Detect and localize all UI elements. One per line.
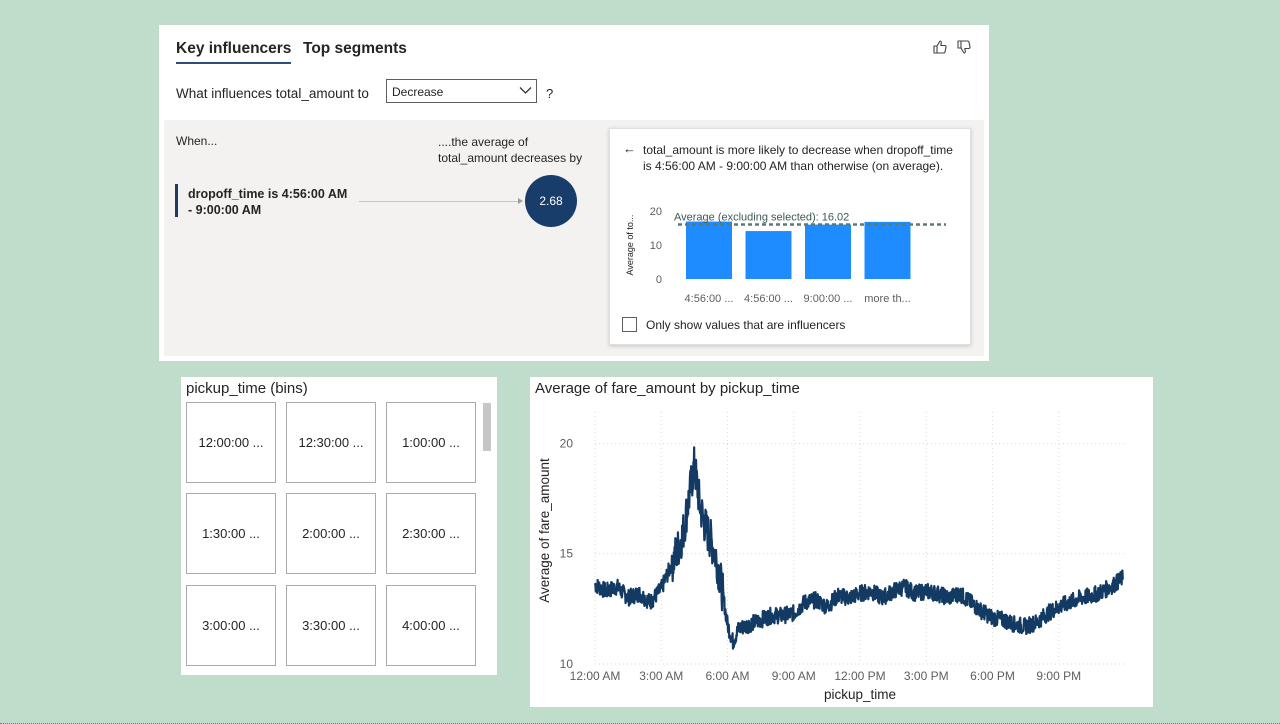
slicer-tile[interactable]: 2:30:00 ...	[386, 493, 476, 574]
slicer-scrollbar-thumb[interactable]	[483, 403, 491, 451]
y-axis-label: Average of fare_amount	[537, 458, 552, 603]
x-tick-label: 3:00 PM	[904, 669, 949, 683]
detail-bar-chart: 0 10 20 Average of to... 4:56:00 ... 4:56:00 …	[625, 206, 946, 305]
thumbs-up-icon[interactable]	[932, 39, 948, 55]
influencer-marker	[175, 184, 178, 217]
slicer-tile[interactable]: 4:00:00 ...	[386, 585, 476, 666]
x-tick-label: 3:00 AM	[639, 669, 683, 683]
influencers-only-toggle[interactable]: Only show values that are influencers	[622, 317, 845, 332]
thumbs-down-icon[interactable]	[956, 39, 972, 55]
slicer-tile[interactable]: 12:30:00 ...	[286, 402, 376, 483]
y-tick-label: 20	[650, 206, 662, 218]
x-tick-label: 4:56:00 ...	[744, 293, 793, 305]
x-tick-label: 4:56:00 ...	[685, 293, 734, 305]
influencer-label[interactable]: dropoff_time is 4:56:00 AM - 9:00:00 AM	[188, 186, 348, 218]
x-tick-label: more th...	[864, 293, 910, 305]
tab-top-segments[interactable]: Top segments	[303, 40, 407, 58]
x-tick-label: 12:00 PM	[834, 669, 885, 683]
reference-line-label: Average (excluding selected): 16.02	[674, 212, 849, 224]
y-axis-label: Average of to...	[625, 215, 635, 276]
x-tick-label: 6:00 PM	[970, 669, 1015, 683]
x-tick-label: 12:00 AM	[570, 669, 621, 683]
influencers-panel: When... ....the average of total_amount …	[164, 120, 984, 356]
bar	[745, 231, 792, 279]
x-tick-label: 6:00 AM	[705, 669, 749, 683]
influencer-connector	[359, 198, 523, 204]
detail-description: total_amount is more likely to decrease …	[643, 143, 953, 173]
direction-dropdown[interactable]: Decrease	[386, 79, 537, 103]
slicer-title: pickup_time (bins)	[186, 380, 308, 397]
question-label: What influences total_amount to	[176, 86, 369, 101]
key-influencers-visual: Key influencers Top segments What influe…	[159, 25, 989, 361]
series-line	[593, 446, 1124, 650]
slicer-tile[interactable]: 12:00:00 ...	[186, 402, 276, 483]
tab-key-influencers[interactable]: Key influencers	[176, 40, 292, 64]
bar	[686, 221, 732, 279]
y-tick-label: 20	[560, 436, 574, 450]
chevron-down-icon	[519, 87, 532, 94]
back-arrow-icon[interactable]: ←	[623, 141, 636, 156]
pickup-time-slicer: pickup_time (bins) 12:00:00 ... 12:30:00 …	[181, 377, 497, 675]
influencer-detail-pane: ← total_amount is more likely to decreas…	[609, 128, 971, 345]
line-chart-canvas: 10152012:00 AM 3:00 AM 6:00 AM 9:00 AM 12:00…	[537, 412, 1125, 702]
dropdown-value: Decrease	[392, 85, 444, 99]
x-tick-label: 9:00:00 ...	[804, 293, 853, 305]
x-tick-label: 9:00 PM	[1036, 669, 1081, 683]
influencer-bubble[interactable]: 2.68	[525, 175, 577, 227]
x-axis-label: pickup_time	[824, 687, 896, 702]
slicer-tile[interactable]: 3:00:00 ...	[186, 585, 276, 666]
y-tick-label: 15	[560, 547, 574, 561]
slicer-tile[interactable]: 1:00:00 ...	[386, 402, 476, 483]
x-tick-label: 9:00 AM	[772, 669, 816, 683]
slicer-tile[interactable]: 3:30:00 ...	[286, 585, 376, 666]
bar	[805, 224, 851, 279]
slicer-tile[interactable]: 1:30:00 ...	[186, 493, 276, 574]
fare-line-chart: Average of fare_amount by pickup_time 10…	[530, 377, 1153, 707]
y-tick-label: 10	[650, 240, 662, 252]
when-header: When...	[176, 134, 218, 148]
help-mark[interactable]: ?	[546, 86, 553, 101]
slicer-tile[interactable]: 2:00:00 ...	[286, 493, 376, 574]
bar	[864, 221, 911, 279]
y-tick-label: 0	[656, 274, 662, 286]
average-header: ....the average of total_amount decrease…	[438, 135, 583, 165]
influencers-only-checkbox[interactable]	[622, 317, 637, 332]
checkbox-label: Only show values that are influencers	[646, 317, 846, 332]
